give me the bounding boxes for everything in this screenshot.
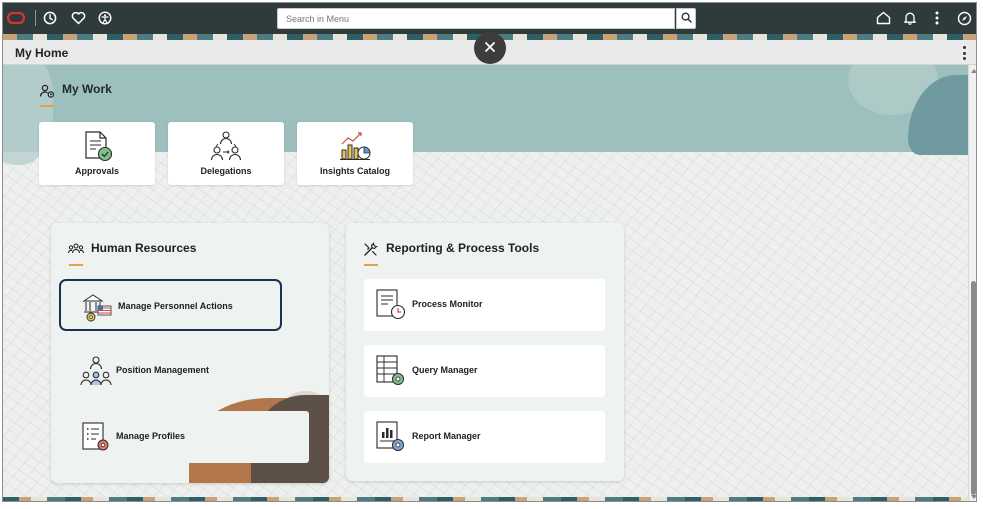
position-management-icon [79, 355, 113, 392]
tile-delegations[interactable]: Delegations [168, 122, 284, 185]
my-work-icon [39, 83, 55, 104]
item-position-management[interactable]: Position Management [59, 345, 282, 397]
delegations-people-icon [209, 130, 243, 167]
page-menu-icon[interactable] [960, 46, 968, 60]
vertical-scrollbar[interactable] [968, 65, 976, 501]
report-manager-icon [374, 420, 408, 459]
search-input[interactable] [277, 8, 675, 29]
item-label: Process Monitor [412, 299, 483, 309]
close-button[interactable] [474, 32, 506, 64]
item-process-monitor[interactable]: Process Monitor [364, 279, 605, 331]
human-resources-panel: Human Resources Manage Personnel Actions… [51, 223, 329, 483]
tile-insights-catalog[interactable]: Insights Catalog [297, 122, 413, 185]
scroll-down-icon[interactable] [971, 495, 976, 499]
human-resources-title: Human Resources [91, 241, 197, 255]
tile-approvals[interactable]: Approvals [39, 122, 155, 185]
item-manage-personnel-actions[interactable]: Manage Personnel Actions [59, 279, 282, 331]
tile-label: Insights Catalog [319, 166, 390, 176]
more-actions-icon[interactable] [928, 9, 946, 27]
my-work-title: My Work [62, 82, 112, 96]
tools-icon [363, 242, 378, 262]
human-resources-accent [69, 264, 83, 266]
people-group-icon [68, 242, 84, 261]
item-label: Manage Profiles [116, 431, 186, 441]
tile-label: Delegations [200, 166, 252, 176]
accessibility-icon[interactable] [96, 9, 114, 27]
search-bar [277, 8, 697, 29]
topbar-separator [35, 10, 36, 26]
page-title: My Home [15, 46, 69, 60]
tile-label: Approvals [74, 166, 119, 176]
process-monitor-icon [374, 288, 408, 327]
close-icon [484, 41, 496, 56]
item-label: Query Manager [412, 365, 478, 375]
item-query-manager[interactable]: Query Manager [364, 345, 605, 397]
personnel-actions-icon [81, 291, 113, 328]
insights-chart-icon [338, 130, 372, 167]
item-manage-profiles[interactable]: Manage Profiles [59, 411, 282, 463]
my-work-accent [40, 105, 54, 107]
manage-profiles-icon [79, 421, 111, 458]
item-label: Position Management [116, 365, 210, 375]
main-content: My Work Approvals Delegations Insights C… [3, 65, 968, 501]
notifications-bell-icon[interactable] [901, 9, 919, 27]
approvals-document-check-icon [81, 130, 113, 167]
home-icon[interactable] [874, 9, 892, 27]
navigator-compass-icon[interactable] [955, 9, 973, 27]
recent-clock-icon[interactable] [41, 9, 59, 27]
top-navigation-bar [3, 3, 976, 34]
reporting-tools-title: Reporting & Process Tools [386, 241, 540, 255]
decorative-band-bottom [3, 497, 968, 501]
search-button[interactable] [676, 8, 696, 29]
scroll-thumb[interactable] [971, 281, 976, 495]
item-label: Report Manager [412, 431, 481, 441]
item-label: Manage Personnel Actions [118, 301, 233, 311]
item-report-manager[interactable]: Report Manager [364, 411, 605, 463]
app-window: My Home My Work [2, 2, 977, 502]
reporting-tools-panel: Reporting & Process Tools Process Monito… [346, 223, 624, 481]
oracle-logo-icon[interactable] [7, 9, 25, 27]
favorites-heart-icon[interactable] [69, 9, 87, 27]
query-manager-icon [374, 354, 408, 393]
reporting-tools-accent [364, 264, 378, 266]
search-icon [680, 11, 692, 26]
scroll-up-icon[interactable] [971, 69, 976, 73]
